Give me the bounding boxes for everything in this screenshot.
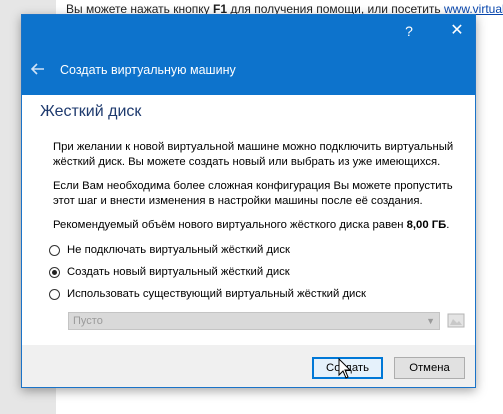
radio-button[interactable] (49, 288, 60, 300)
radio-button[interactable] (49, 266, 60, 278)
option-label: Использовать существующий виртуальный жё… (67, 288, 366, 300)
folder-icon[interactable] (447, 312, 465, 328)
option-create-new-disk[interactable]: Создать новый виртуальный жёсткий диск (49, 264, 290, 280)
dialog-titlebar: ? ✕ (22, 15, 475, 47)
dialog-footer: Создать Отмена (22, 345, 475, 387)
wizard-header: Создать виртуальную машину (22, 47, 475, 95)
create-vm-dialog: ? ✕ Создать виртуальную машину Жесткий д… (21, 14, 476, 388)
wizard-title: Создать виртуальную машину (60, 63, 236, 77)
wizard-page: Жесткий диск При желании к новой виртуал… (22, 95, 475, 345)
existing-disk-select[interactable]: Пусто ▼ (68, 312, 440, 330)
option-no-disk[interactable]: Не подключать виртуальный жёсткий диск (49, 242, 290, 258)
description-paragraph-2: Если Вам необходима более сложная конфиг… (53, 180, 453, 207)
recommended-size-value: 8,00 ГБ (406, 219, 447, 231)
help-button[interactable]: ? (398, 21, 420, 41)
select-value: Пусто (73, 315, 103, 327)
page-title: Жесткий диск (40, 103, 142, 120)
arrow-left-icon[interactable] (28, 61, 48, 81)
chevron-down-icon: ▼ (426, 316, 435, 326)
cancel-button[interactable]: Отмена (394, 357, 465, 379)
option-label: Создать новый виртуальный жёсткий диск (67, 266, 290, 278)
option-use-existing-disk[interactable]: Использовать существующий виртуальный жё… (49, 286, 366, 302)
close-button[interactable]: ✕ (446, 21, 468, 41)
radio-button[interactable] (49, 244, 60, 256)
mouse-cursor-icon (338, 357, 352, 380)
description-paragraph-1: При желании к новой виртуальной машине м… (53, 141, 454, 168)
option-label: Не подключать виртуальный жёсткий диск (67, 244, 290, 256)
recommended-size-text: Рекомендуемый объём нового виртуального … (53, 219, 450, 231)
